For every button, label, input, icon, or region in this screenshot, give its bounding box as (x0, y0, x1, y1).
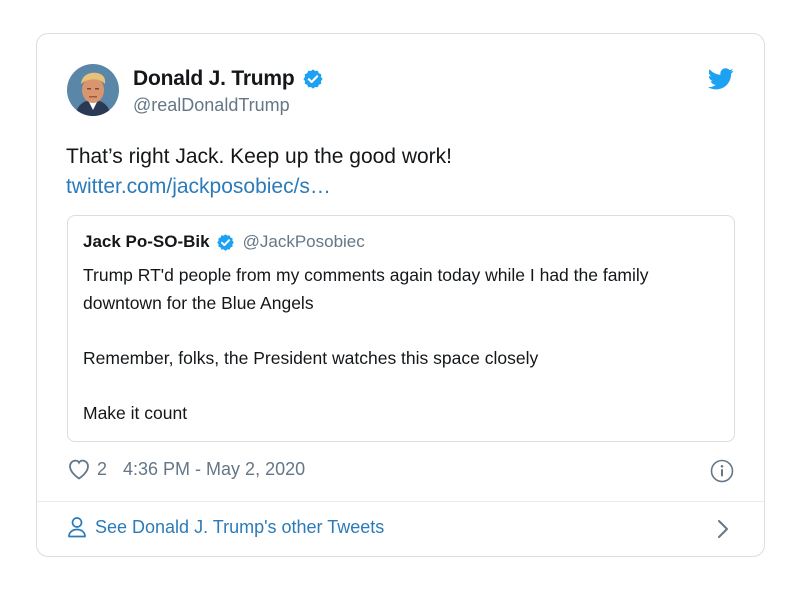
chevron-right-icon[interactable] (716, 518, 730, 540)
avatar-image (67, 64, 119, 116)
verified-badge-icon (216, 233, 234, 251)
heart-icon[interactable] (67, 458, 91, 480)
verified-badge-icon (302, 69, 323, 89)
tweet-link[interactable]: twitter.com/jackposobiec/s… (66, 172, 331, 202)
author-handle[interactable]: @realDonaldTrump (133, 95, 290, 116)
info-icon[interactable] (710, 459, 734, 483)
quoted-tweet-paragraph: Remember, folks, the President watches t… (83, 348, 539, 368)
quoted-tweet-paragraph: Trump RT'd people from my comments again… (83, 265, 649, 313)
quoted-author-handle: @JackPosobiec (242, 232, 365, 251)
quoted-tweet[interactable]: Jack Po-SO-Bik @JackPosobiec Trump RT'd … (67, 215, 735, 442)
like-count[interactable]: 2 (97, 459, 107, 480)
quoted-tweet-header: Jack Po-SO-Bik @JackPosobiec (83, 232, 365, 252)
see-other-tweets-link[interactable]: See Donald J. Trump's other Tweets (67, 516, 384, 538)
tweet-meta-row: 2 4:36 PM - May 2, 2020 (67, 458, 305, 480)
author-name-row[interactable]: Donald J. Trump (133, 67, 324, 91)
embedded-tweet-card: Donald J. Trump @realDonaldTrump That’s … (36, 33, 765, 557)
see-other-tweets-label[interactable]: See Donald J. Trump's other Tweets (95, 517, 384, 538)
quoted-tweet-text: Trump RT'd people from my comments again… (83, 261, 723, 427)
twitter-bird-icon[interactable] (708, 68, 734, 90)
person-icon (68, 517, 86, 538)
quoted-tweet-paragraph: Make it count (83, 403, 188, 423)
tweet-text: That’s right Jack. Keep up the good work… (66, 145, 452, 168)
author-display-name[interactable]: Donald J. Trump (133, 67, 295, 91)
tweet-timestamp[interactable]: 4:36 PM - May 2, 2020 (123, 459, 305, 480)
author-avatar[interactable] (67, 64, 119, 116)
quoted-author-name: Jack Po-SO-Bik (83, 232, 210, 251)
footer-divider (37, 501, 764, 502)
